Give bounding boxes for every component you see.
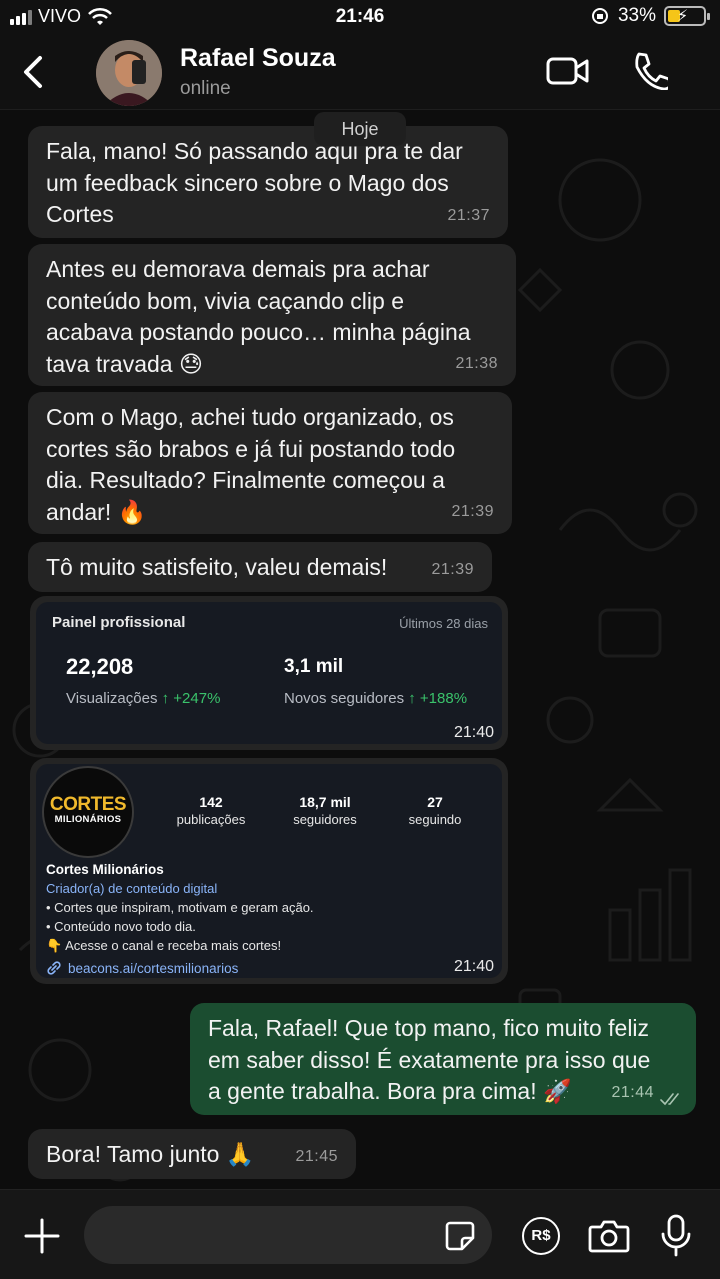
profile-bio-line: • Conteúdo novo todo dia. xyxy=(46,919,196,934)
message-line: tava travada 😓 xyxy=(46,350,203,377)
dashboard-image-message[interactable]: Painel profissional Últimos 28 dias 22,2… xyxy=(30,596,508,750)
plus-icon[interactable] xyxy=(24,1218,60,1254)
battery-icon: ⚡ xyxy=(664,6,710,26)
message-line: andar! 🔥 xyxy=(46,498,147,525)
date-separator: Hoje xyxy=(314,112,406,146)
profile-name: Cortes Milionários xyxy=(46,862,164,877)
profile-link-text: beacons.ai/cortesmilionarios xyxy=(68,960,239,976)
followers-label: Novos seguidores ↑ +188% xyxy=(284,690,467,707)
status-bar: VIVO 21:46 33% ⚡ xyxy=(0,0,720,34)
message-time: 21:39 xyxy=(451,502,494,520)
sticker-icon[interactable] xyxy=(444,1220,476,1252)
avatar[interactable] xyxy=(96,40,162,106)
message-time: 21:45 xyxy=(295,1147,338,1165)
followers-change: ↑ +188% xyxy=(408,690,468,707)
followers-value: 3,1 mil xyxy=(284,656,344,677)
battery-percent: 33% xyxy=(617,5,656,26)
message-input[interactable] xyxy=(84,1206,492,1264)
message-line: Bora! Tamo junto 🙏 xyxy=(46,1141,255,1167)
message-line: acabava postando pouco… minha página xyxy=(46,319,471,345)
following-label: seguindo xyxy=(408,812,462,827)
views-change: ↑ +247% xyxy=(161,690,221,707)
read-receipt-icon xyxy=(660,1093,679,1106)
message-line: Cortes xyxy=(46,201,114,227)
message-line: um feedback sincero sobre o Mago dos xyxy=(46,169,449,196)
logo-text-top: CORTES xyxy=(49,794,127,815)
outgoing-message-bubble[interactable]: Fala, Rafael! Que top mano, fico muito f… xyxy=(190,1003,696,1115)
back-icon[interactable] xyxy=(18,52,48,92)
orientation-lock-icon xyxy=(591,8,608,24)
followers-label-text: Novos seguidores xyxy=(284,690,405,707)
message-time: 21:44 xyxy=(611,1083,654,1101)
message-line: Tô muito satisfeito, valeu demais! xyxy=(46,554,388,580)
message-bubble[interactable]: Tô muito satisfeito, valeu demais! 21:39 xyxy=(28,542,492,592)
posts-value: 142 xyxy=(199,794,223,810)
profile-followers-label: seguidores xyxy=(293,812,357,827)
message-line: cortes são brabos e já fui postando todo xyxy=(46,435,456,462)
composer-bar: R$ xyxy=(0,1189,720,1279)
dashboard-screenshot: Painel profissional Últimos 28 dias 22,2… xyxy=(36,602,502,744)
message-bubble[interactable]: Com o Mago, achei tudo organizado, os co… xyxy=(28,392,512,534)
phone-icon[interactable] xyxy=(630,50,668,90)
link-icon xyxy=(47,961,61,975)
message-time: 21:40 xyxy=(453,958,494,975)
views-label-text: Visualizações xyxy=(66,690,158,707)
contact-status: online xyxy=(180,78,231,99)
message-line: Fala, Rafael! Que top mano, fico muito f… xyxy=(208,1015,650,1041)
profile-logo: CORTES MILIONÁRIOS xyxy=(42,766,134,858)
profile-category: Criador(a) de conteúdo digital xyxy=(46,881,218,896)
profile-bio-line: • Cortes que inspiram, motivam e geram a… xyxy=(46,900,314,915)
message-time: 21:38 xyxy=(455,354,498,372)
microphone-icon[interactable] xyxy=(660,1214,692,1258)
message-bubble[interactable]: Fala, mano! Só passando aqui pra te dar … xyxy=(28,126,508,238)
message-time: 21:37 xyxy=(447,206,490,224)
logo-text-bottom: MILIONÁRIOS xyxy=(54,814,122,825)
following-stat: 27 seguindo xyxy=(380,794,490,828)
profile-image-message[interactable]: CORTES MILIONÁRIOS 142 publicações 18,7 … xyxy=(30,758,508,984)
chat-header: Rafael Souza online xyxy=(0,34,720,110)
message-line: Antes eu demorava demais pra achar xyxy=(46,256,430,282)
message-bubble[interactable]: Bora! Tamo junto 🙏 21:45 xyxy=(28,1129,356,1179)
following-value: 27 xyxy=(427,794,443,810)
posts-stat: 142 publicações xyxy=(156,794,266,828)
posts-label: publicações xyxy=(176,812,246,827)
payment-button[interactable]: R$ xyxy=(522,1217,560,1255)
profile-screenshot: CORTES MILIONÁRIOS 142 publicações 18,7 … xyxy=(36,764,502,978)
dashboard-title: Painel profissional xyxy=(52,614,186,631)
profile-link: beacons.ai/cortesmilionarios xyxy=(46,960,238,976)
chat-area[interactable]: Fala, mano! Só passando aqui pra te dar … xyxy=(0,110,720,1190)
message-line: Fala, mano! Só passando aqui pra te dar xyxy=(46,138,463,164)
message-line: conteúdo bom, vivia caçando clip e xyxy=(46,287,404,314)
camera-icon[interactable] xyxy=(588,1218,630,1254)
video-call-icon[interactable] xyxy=(546,54,590,88)
message-line: a gente trabalha. Bora pra cima! 🚀 xyxy=(208,1078,572,1104)
profile-bio-line: 👇 Acesse o canal e receba mais cortes! xyxy=(46,938,282,953)
profile-followers-value: 18,7 mil xyxy=(299,794,351,810)
views-value: 22,208 xyxy=(66,654,134,679)
views-label: Visualizações ↑ +247% xyxy=(66,690,220,707)
dashboard-period: Últimos 28 dias xyxy=(399,616,488,631)
message-line: Com o Mago, achei tudo organizado, os xyxy=(46,404,454,430)
contact-name[interactable]: Rafael Souza xyxy=(180,44,336,73)
message-line: dia. Resultado? Finalmente começou a xyxy=(46,467,445,493)
followers-stat: 18,7 mil seguidores xyxy=(270,794,380,828)
message-time: 21:40 xyxy=(453,724,494,741)
message-time: 21:39 xyxy=(431,560,474,578)
message-bubble[interactable]: Antes eu demorava demais pra achar conte… xyxy=(28,244,516,386)
message-line: em saber disso! É exatamente pra isso qu… xyxy=(208,1046,651,1073)
